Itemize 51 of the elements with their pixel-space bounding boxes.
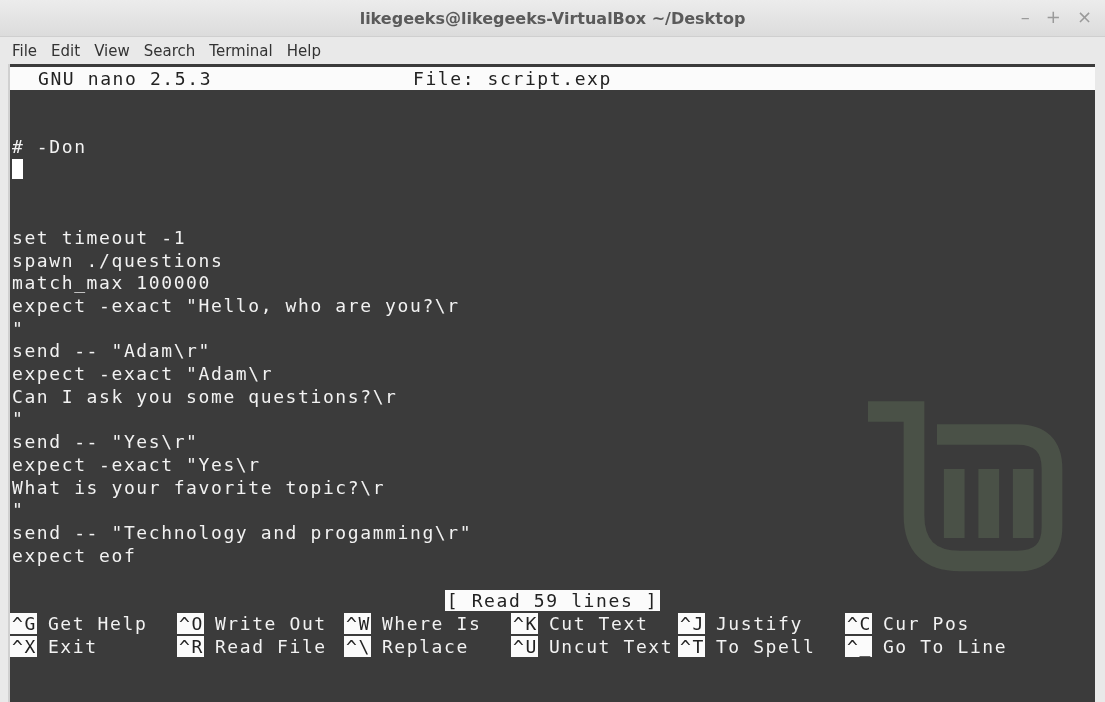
window-title: likegeeks@likegeeks-VirtualBox ~/Desktop [359,8,746,28]
code-line: expect -exact "Adam\r [12,363,274,385]
shortcut-key: ^J [678,613,705,635]
shortcut-key: ^R [177,636,204,658]
shortcut-label: Go To Line [882,636,1008,658]
shortcut-key: ^T [678,636,705,658]
text-cursor [12,159,23,180]
shortcut-key: ^K [511,613,538,635]
shortcut-label: Uncut Text [548,636,674,658]
shortcut-key: ^W [344,613,371,635]
menu-item[interactable]: Search [143,41,196,60]
shortcut-label: Write Out [214,613,327,635]
menu-item[interactable]: Terminal [209,41,273,60]
shortcut-key: ^G [10,613,37,635]
code-line: " [12,408,25,430]
code-line: spawn ./questions [12,249,224,271]
code-line: send -- "Adam\r" [12,340,211,362]
shortcut-label: Get Help [47,613,148,635]
shortcut-label: Cut Text [548,613,649,635]
file-name: File: script.exp [413,68,612,89]
code-line: Can I ask you some questions?\r [12,385,398,407]
shortcut-key: ^U [511,636,538,658]
shortcut-key: ^\ [344,636,371,658]
code-line: expect -exact "Yes\r [12,453,261,475]
status-message: [ Read 59 lines ] [444,590,661,612]
code-line: send -- "Technology and progamming\r" [12,521,473,543]
shortcut-key: ^O [177,613,204,635]
code-line: " [12,317,25,339]
shortcut-label: Cur Pos [882,613,970,635]
menu-item[interactable]: Help [286,41,321,60]
shortcut-label: Where Is [381,613,482,635]
shortcut-label: Replace [381,636,469,658]
editor-version: GNU nano 2.5.3 [38,68,214,89]
code-line: expect eof [12,544,137,566]
code-line: send -- "Yes\r" [12,431,199,453]
code-line: # -Don [12,136,87,158]
shortcut-key: ^_ [845,636,872,658]
code-line: What is your favorite topic?\r [12,476,386,498]
shortcut-label: To Spell [715,636,816,658]
code-line: set timeout -1 [12,226,187,248]
shortcut-key: ^C [845,613,872,635]
code-line: match_max 100000 [12,272,211,294]
shortcut-label: Read File [214,636,327,658]
code-line: expect -exact "Hello, who are you?\r [12,295,460,317]
shortcut-label: Exit [47,636,98,658]
shortcut-key: ^X [10,636,37,658]
code-line: " [12,499,25,521]
menu-item[interactable]: View [94,41,130,60]
menu-item[interactable]: Edit [51,41,81,60]
shortcut-label: Justify [715,613,803,635]
menu-item[interactable]: File [12,41,38,60]
